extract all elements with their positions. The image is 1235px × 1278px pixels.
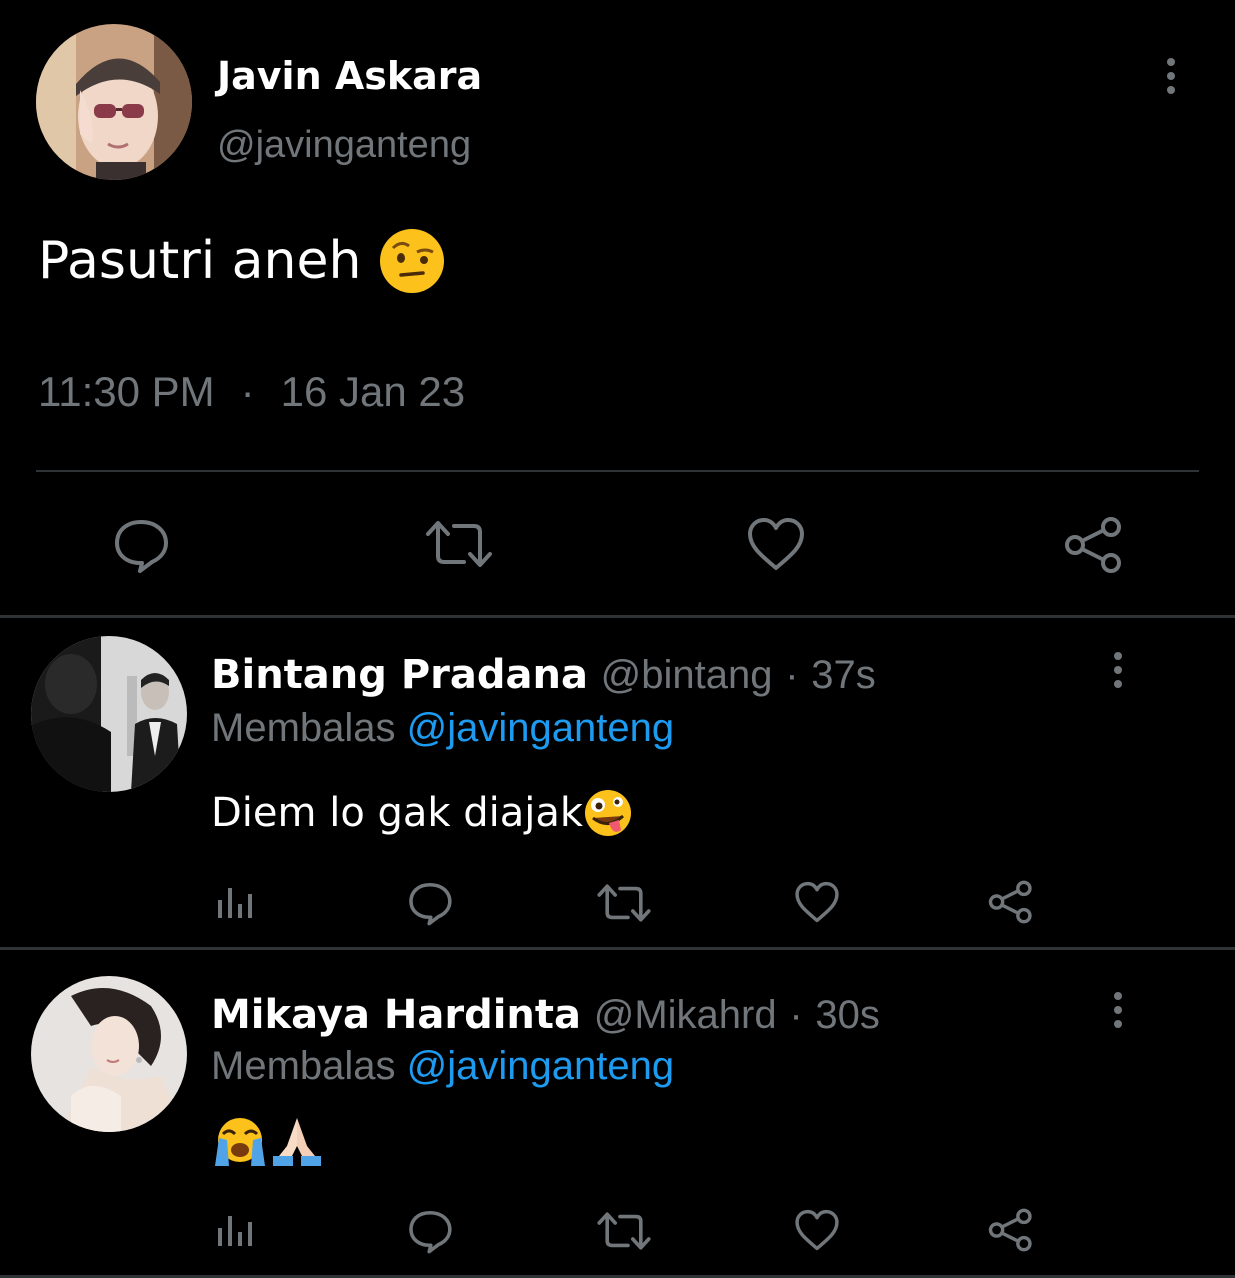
views-icon[interactable] (214, 1210, 258, 1250)
like-icon[interactable] (794, 1208, 840, 1252)
like-icon[interactable] (794, 880, 840, 924)
views-icon[interactable] (214, 882, 258, 922)
reply-header: Bintang Pradana @bintang · 37s (211, 652, 876, 698)
tweet-text: Pasutri aneh (38, 228, 445, 294)
reply-tweet[interactable]: Mikaya Hardinta @Mikahrd · 30s Membalas … (0, 950, 1235, 1278)
handle[interactable]: @Mikahrd (594, 993, 777, 1037)
raised-eyebrow-face-icon (380, 229, 445, 293)
retweet-icon[interactable] (424, 518, 494, 570)
folded-hands-icon (273, 1118, 321, 1166)
meta-separator: · (785, 653, 799, 697)
retweet-icon[interactable] (596, 1210, 652, 1252)
display-name[interactable]: Mikaya Hardinta (211, 992, 581, 1038)
avatar[interactable] (31, 636, 187, 792)
retweet-icon[interactable] (596, 882, 652, 924)
avatar[interactable] (36, 24, 192, 180)
more-options-icon[interactable] (1108, 992, 1128, 1028)
reply-tweet[interactable]: Bintang Pradana @bintang · 37s Membalas … (0, 618, 1235, 948)
tweet-timestamp[interactable]: 11:30 PM · 16 Jan 23 (38, 368, 465, 416)
share-icon[interactable] (1064, 516, 1124, 574)
reply-time: 37s (811, 653, 876, 697)
replying-to: Membalas @javinganteng (211, 706, 674, 751)
reply-icon[interactable] (406, 880, 454, 926)
more-options-icon[interactable] (1161, 58, 1181, 94)
replying-label: Membalas (211, 1044, 396, 1088)
more-options-icon[interactable] (1108, 652, 1128, 688)
avatar[interactable] (31, 976, 187, 1132)
display-name[interactable]: Bintang Pradana (211, 652, 588, 698)
share-icon[interactable] (988, 880, 1034, 924)
tweet-text (211, 1116, 325, 1168)
share-icon[interactable] (988, 1208, 1034, 1252)
mention-link[interactable]: @javinganteng (407, 1044, 674, 1088)
tweet-text-content: Diem lo gak diajak (211, 790, 584, 836)
display-name[interactable]: Javin Askara (217, 54, 482, 98)
divider (36, 470, 1199, 472)
zany-face-icon (585, 790, 632, 836)
handle[interactable]: @bintang (601, 653, 773, 697)
tweet-text: Diem lo gak diajak (211, 788, 633, 838)
tweet-time: 11:30 PM (38, 368, 215, 415)
handle[interactable]: @javinganteng (217, 124, 471, 167)
mention-link[interactable]: @javinganteng (407, 706, 674, 750)
tweet-date: 16 Jan 23 (280, 368, 466, 415)
loudly-crying-face-icon (215, 1118, 265, 1166)
reply-icon[interactable] (406, 1208, 454, 1254)
reply-icon[interactable] (112, 516, 170, 574)
reply-time: 30s (815, 993, 880, 1037)
replying-label: Membalas (211, 706, 396, 750)
reply-header: Mikaya Hardinta @Mikahrd · 30s (211, 992, 880, 1038)
meta-separator: · (789, 993, 803, 1037)
main-tweet: Javin Askara @javinganteng Pasutri aneh … (0, 0, 1235, 617)
meta-separator: · (240, 368, 255, 415)
like-icon[interactable] (746, 516, 806, 572)
tweet-text-content: Pasutri aneh (38, 231, 362, 291)
replying-to: Membalas @javinganteng (211, 1044, 674, 1089)
